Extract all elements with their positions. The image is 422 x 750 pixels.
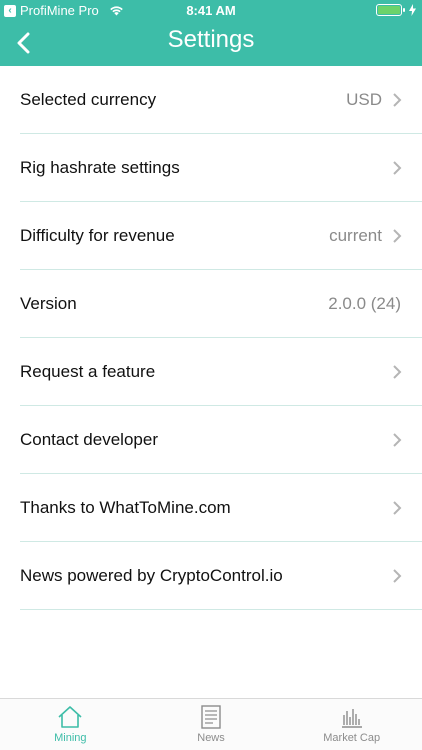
chevron-right-icon — [393, 433, 402, 447]
home-icon — [58, 706, 82, 728]
setting-row-version: Version 2.0.0 (24) — [20, 270, 422, 338]
charging-bolt-icon — [409, 4, 416, 16]
tab-label: News — [197, 732, 225, 744]
navigation-header: ‹ ProfiMine Pro 8:41 AM Settings — [0, 0, 422, 66]
tab-label: Mining — [54, 732, 87, 744]
setting-label: Difficulty for revenue — [20, 225, 175, 245]
setting-label: News powered by CryptoControl.io — [20, 565, 283, 585]
setting-row-request-feature[interactable]: Request a feature — [20, 338, 422, 406]
newspaper-icon — [201, 705, 221, 729]
status-bar: ‹ ProfiMine Pro 8:41 AM — [0, 0, 422, 22]
setting-label: Version — [20, 293, 77, 313]
setting-value: USD — [346, 89, 382, 109]
setting-row-news-powered[interactable]: News powered by CryptoControl.io — [20, 542, 422, 610]
setting-label: Selected currency — [20, 89, 157, 109]
battery-icon — [376, 4, 405, 16]
chevron-right-icon — [393, 229, 402, 243]
chevron-right-icon — [393, 93, 402, 107]
setting-value: current — [329, 225, 382, 245]
tab-bar: Mining News Market Cap — [0, 698, 422, 750]
setting-row-thanks-whattomine[interactable]: Thanks to WhatToMine.com — [20, 474, 422, 542]
setting-label: Rig hashrate settings — [20, 157, 180, 177]
setting-row-difficulty[interactable]: Difficulty for revenue current — [20, 202, 422, 270]
bar-chart-icon — [341, 709, 362, 728]
page-title: Settings — [167, 26, 255, 53]
tab-news[interactable]: News — [141, 699, 282, 750]
chevron-right-icon — [393, 569, 402, 583]
status-time: 8:41 AM — [186, 3, 236, 18]
tab-label: Market Cap — [323, 732, 381, 744]
tab-market-cap[interactable]: Market Cap — [281, 699, 422, 750]
version-value: 2.0.0 (24) — [328, 293, 401, 313]
chevron-right-icon — [393, 501, 402, 515]
setting-row-contact-developer[interactable]: Contact developer — [20, 406, 422, 474]
setting-label: Thanks to WhatToMine.com — [20, 497, 231, 517]
setting-row-hashrate[interactable]: Rig hashrate settings — [20, 134, 422, 202]
battery-status — [376, 4, 416, 16]
setting-label: Contact developer — [20, 429, 158, 449]
chevron-right-icon — [393, 161, 402, 175]
settings-list: Selected currency USD Rig hashrate setti… — [0, 66, 422, 610]
setting-row-currency[interactable]: Selected currency USD — [20, 66, 422, 134]
chevron-right-icon — [393, 365, 402, 379]
tab-mining[interactable]: Mining — [0, 699, 141, 750]
setting-label: Request a feature — [20, 361, 156, 381]
